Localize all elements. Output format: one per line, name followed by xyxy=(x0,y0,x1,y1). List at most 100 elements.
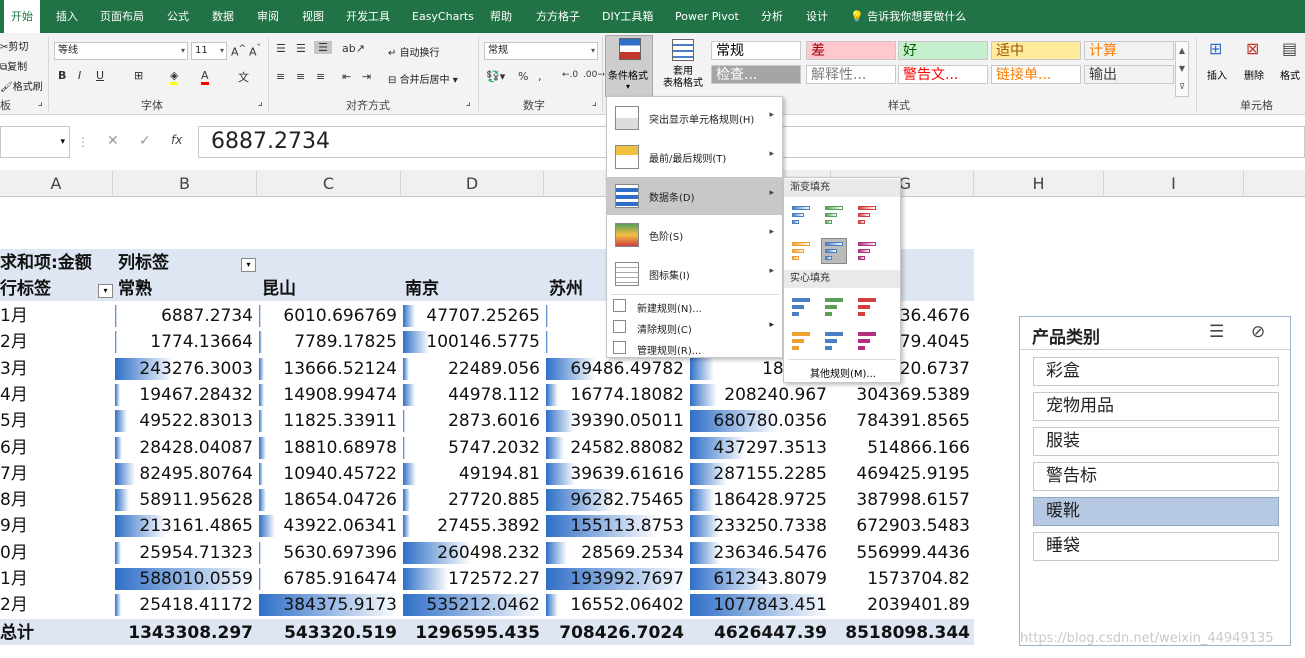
table-cell[interactable]: 16552.06402 xyxy=(544,592,688,618)
table-cell[interactable]: 43922.06341 xyxy=(257,513,401,539)
tab-home[interactable]: 开始 xyxy=(4,0,40,33)
conditional-format-button[interactable]: 条件格式 ▾ xyxy=(605,35,653,97)
table-cell[interactable]: 588010.0559 xyxy=(113,566,257,592)
align-middle-icon[interactable]: ☰ xyxy=(296,42,306,55)
cell-style-3[interactable]: 适中 xyxy=(991,41,1081,60)
table-cell[interactable]: 39390.05011 xyxy=(544,408,688,434)
table-cell[interactable]: 556999.4436 xyxy=(831,540,974,566)
table-cell[interactable]: 172572.27 xyxy=(401,566,544,592)
column-header-i[interactable]: I xyxy=(1104,170,1244,197)
total-cell[interactable]: 1343308.297 xyxy=(113,620,257,646)
dialog-launcher-icon[interactable]: ⌟ xyxy=(466,97,471,108)
copy-button[interactable]: ⧉复制 xyxy=(0,58,27,73)
total-cell[interactable]: 543320.519 xyxy=(257,620,401,646)
menu-item-icon-sets[interactable]: 图标集(I) ▸ xyxy=(607,255,782,293)
data-bar-style-3[interactable] xyxy=(788,238,814,264)
table-cell[interactable]: 304369.5389 xyxy=(831,382,974,408)
table-cell[interactable]: 437297.3513 xyxy=(688,435,831,461)
table-cell[interactable]: 7789.17825 xyxy=(257,329,401,355)
table-cell[interactable]: 28569.2534 xyxy=(544,540,688,566)
cell-style-8[interactable]: 链接单... xyxy=(991,65,1081,84)
menu-item-clear-rules[interactable]: 清除规则(C) ▸ xyxy=(607,317,782,337)
column-header-a[interactable]: A xyxy=(0,170,113,197)
tab-easycharts[interactable]: EasyCharts xyxy=(412,0,474,33)
table-cell[interactable]: 680780.0356 xyxy=(688,408,831,434)
table-cell[interactable]: 535212.0462 xyxy=(401,592,544,618)
clear-filter-icon[interactable]: ⊘ xyxy=(1251,322,1265,342)
table-cell[interactable]: 69486.49782 xyxy=(544,356,688,382)
table-cell[interactable]: 14908.99474 xyxy=(257,382,401,408)
menu-item-new-rule[interactable]: 新建规则(N)... xyxy=(607,296,782,316)
table-cell[interactable]: 155113.8753 xyxy=(544,513,688,539)
table-cell[interactable]: 58911.95628 xyxy=(113,487,257,513)
align-left-icon[interactable]: ≡ xyxy=(276,70,285,83)
tab-diy[interactable]: DIY工具箱 xyxy=(602,0,653,33)
tab-page-layout[interactable]: 页面布局 xyxy=(100,0,144,33)
decrease-font-icon[interactable]: Aˇ xyxy=(248,43,262,59)
format-as-table-button[interactable]: 套用 表格格式 xyxy=(658,35,706,97)
data-bar-style-9[interactable] xyxy=(788,328,814,354)
bold-icon[interactable]: B xyxy=(58,69,66,82)
enter-icon[interactable]: ✓ xyxy=(139,133,151,149)
table-cell[interactable]: 236346.5476 xyxy=(688,540,831,566)
data-bar-style-8[interactable] xyxy=(854,294,880,320)
table-cell[interactable]: 6010.696769 xyxy=(257,303,401,329)
font-name-select[interactable]: 等线 ▾ xyxy=(54,42,188,60)
slicer-item[interactable]: 睡袋 xyxy=(1033,532,1279,561)
table-cell[interactable]: 213161.4865 xyxy=(113,513,257,539)
menu-item-data-bars[interactable]: 数据条(D) ▸ xyxy=(607,177,782,215)
column-header-c[interactable]: C xyxy=(257,170,401,197)
font-color-icon[interactable]: A xyxy=(201,69,209,85)
format-cells-button[interactable]: ▤ 格式 xyxy=(1277,37,1305,97)
multi-select-icon[interactable]: ☰ xyxy=(1209,322,1224,342)
insert-function-icon[interactable]: fx xyxy=(171,133,182,147)
table-cell[interactable]: 82495.80764 xyxy=(113,461,257,487)
table-cell[interactable]: 186428.9725 xyxy=(688,487,831,513)
format-painter-button[interactable]: 🖌格式刷 xyxy=(0,78,43,93)
table-cell[interactable]: 18654.04726 xyxy=(257,487,401,513)
table-cell[interactable]: 260498.232 xyxy=(401,540,544,566)
table-cell[interactable]: 25418.41172 xyxy=(113,592,257,618)
table-cell[interactable]: 49522.83013 xyxy=(113,408,257,434)
table-cell[interactable]: 6785.916474 xyxy=(257,566,401,592)
table-cell[interactable]: 27455.3892 xyxy=(401,513,544,539)
slicer-item[interactable]: 暖靴 xyxy=(1033,497,1279,526)
slicer-item[interactable]: 服装 xyxy=(1033,427,1279,456)
cancel-icon[interactable]: ✕ xyxy=(107,133,119,149)
cell-style-1[interactable]: 差 xyxy=(806,41,896,60)
cut-button[interactable]: ✂剪切 xyxy=(0,38,28,53)
menu-item-top-bottom-rules[interactable]: 最前/最后规则(T) ▸ xyxy=(607,138,782,176)
orientation-icon[interactable]: ab↗ xyxy=(342,42,365,55)
underline-icon[interactable]: U xyxy=(96,69,104,82)
table-cell[interactable]: 13666.52124 xyxy=(257,356,401,382)
tell-me-box[interactable]: 💡 告诉我你想要做什么 xyxy=(850,0,966,33)
total-cell[interactable]: 1296595.435 xyxy=(401,620,544,646)
table-cell[interactable]: 1077843.451 xyxy=(688,592,831,618)
table-cell[interactable]: 612343.8079 xyxy=(688,566,831,592)
cell-style-0[interactable]: 常规 xyxy=(711,41,801,60)
table-cell[interactable]: 5747.2032 xyxy=(401,435,544,461)
font-size-select[interactable]: 11 ▾ xyxy=(191,42,227,60)
table-cell[interactable]: 96282.75465 xyxy=(544,487,688,513)
currency-icon[interactable]: 💱▾ xyxy=(486,70,505,83)
table-cell[interactable]: 193992.7697 xyxy=(544,566,688,592)
table-cell[interactable]: 5630.697396 xyxy=(257,540,401,566)
delete-cells-button[interactable]: ⊠ 删除 xyxy=(1241,37,1271,97)
cell-style-4[interactable]: 计算 xyxy=(1084,41,1174,60)
table-cell[interactable]: 1573704.82 xyxy=(831,566,974,592)
table-cell[interactable]: 16774.18082 xyxy=(544,382,688,408)
table-cell[interactable]: 19467.28432 xyxy=(113,382,257,408)
slicer-item[interactable]: 宠物用品 xyxy=(1033,392,1279,421)
tab-insert[interactable]: 插入 xyxy=(56,0,78,33)
table-cell[interactable]: 27720.885 xyxy=(401,487,544,513)
insert-cells-button[interactable]: ⊞ 插入 xyxy=(1204,37,1234,97)
table-cell[interactable]: 1774.13664 xyxy=(113,329,257,355)
align-top-icon[interactable]: ☰ xyxy=(276,42,286,55)
table-cell[interactable]: 469425.9195 xyxy=(831,461,974,487)
menu-item-manage-rules[interactable]: 管理规则(R)... xyxy=(607,338,782,358)
tab-data[interactable]: 数据 xyxy=(212,0,234,33)
increase-decimal-icon[interactable]: ←.0 xyxy=(562,70,578,80)
cell-style-7[interactable]: 警告文... xyxy=(898,65,988,84)
decrease-indent-icon[interactable]: ⇤ xyxy=(342,70,351,83)
table-cell[interactable]: 387998.6157 xyxy=(831,487,974,513)
